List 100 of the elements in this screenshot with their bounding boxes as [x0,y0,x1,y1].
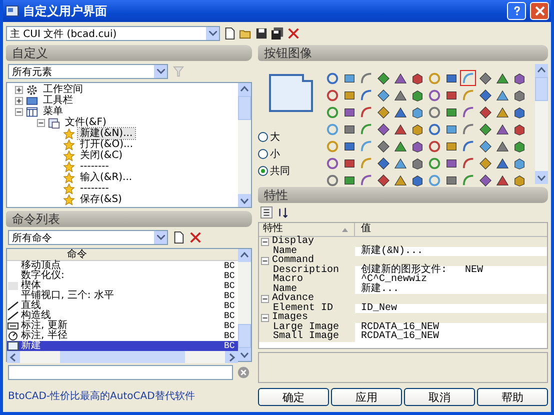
save-icon[interactable] [255,27,268,40]
button-image-icon[interactable] [375,155,391,171]
tree-item[interactable]: 工作空间 [41,84,85,95]
expander-icon[interactable] [261,294,269,303]
expander-icon[interactable] [37,118,45,126]
dimension-icon [7,321,19,331]
command-row[interactable]: 楔体 BC [7,281,238,291]
button-image-icon[interactable] [477,155,493,171]
property-value: RCDATA_16_NEW [360,322,440,332]
scroll-right-icon[interactable] [227,352,236,362]
property-name: Description [259,266,355,275]
close-button[interactable] [530,2,549,20]
delete-icon[interactable] [189,231,202,244]
help-title-button[interactable] [507,2,526,20]
dialog-button[interactable]: 确定 [258,388,329,406]
command-row[interactable]: 标注, 更新 BC [7,321,238,331]
button-image-icon[interactable] [375,121,391,137]
button-image-icon[interactable] [375,70,391,86]
dialog-button[interactable]: 帮助 [477,388,548,406]
horizontal-scrollbar[interactable] [7,351,238,363]
tree-item[interactable]: 关闭(&C) [78,150,125,161]
button-image-icon[interactable] [375,104,391,120]
tree-item[interactable]: 输入(&R)... [78,172,134,183]
command-row[interactable]: 数字化仪: BC [7,271,238,281]
line-icon [7,301,19,311]
vertical-scrollbar[interactable] [535,64,548,184]
command-row[interactable]: 构造线 BC [7,311,238,321]
command-name: 标注, 更新 [21,321,68,331]
scroll-thumb[interactable] [238,324,251,348]
button-image-icon[interactable] [375,138,391,154]
sort-alphabetical-icon[interactable] [277,206,290,219]
tree-item[interactable]: 菜单 [41,106,65,117]
tree-item[interactable]: 新建(&N)... [78,128,135,139]
tree-item[interactable]: -------- [78,183,111,194]
scroll-up-icon[interactable] [537,66,546,75]
scroll-thumb[interactable] [60,351,185,363]
button-image-icon[interactable] [477,70,493,86]
expander-icon[interactable] [261,314,269,322]
size-radio[interactable]: 小 [258,147,290,161]
command-row[interactable]: 标注, 半径 BC [7,331,238,341]
dialog-button[interactable]: 应用 [331,388,402,406]
search-field[interactable] [8,365,233,380]
button-image-icon[interactable] [477,104,493,120]
star-icon [63,172,75,184]
scroll-left-icon[interactable] [9,352,18,362]
scroll-down-icon[interactable] [240,196,249,205]
command-source: BC [224,301,236,311]
scroll-up-icon[interactable] [240,251,249,260]
command-name: 数字化仪: [21,271,66,281]
button-image-icon[interactable] [477,121,493,137]
promo-link[interactable]: BtoCAD-性价比最高的AutoCAD替代软件 [6,389,252,409]
property-name: Element ID [259,304,355,313]
blank-icon [7,281,19,291]
command-name: 构造线 [21,311,51,321]
expander-icon[interactable] [261,256,269,265]
cui-file-dropdown[interactable]: 主 CUI 文件 (bcad.cui) [6,26,220,41]
expander-icon[interactable] [261,238,269,246]
size-radio[interactable]: 共同 [258,164,290,178]
scroll-up-icon[interactable] [240,85,249,94]
dialog-button[interactable]: 取消 [404,388,475,406]
command-name: 移动顶点 [21,261,62,271]
property-name: Large Image [259,322,355,332]
command-row[interactable]: 平铺视口, 三个: 水平 BC [7,291,238,301]
element-filter-dropdown[interactable]: 所有元素 [8,64,168,79]
vertical-scrollbar[interactable] [238,83,251,207]
tree-item[interactable]: 工具栏 [41,95,75,106]
vertical-scrollbar[interactable] [238,249,251,361]
categorized-icon[interactable] [260,206,273,219]
expander-icon[interactable] [15,86,23,94]
new-file-icon[interactable] [223,27,236,40]
scroll-down-icon[interactable] [537,173,546,182]
close-icon [534,6,544,16]
tree-item[interactable]: 文件(&F) [63,117,108,128]
button-image-icon[interactable] [477,138,493,154]
button-image-icon[interactable] [375,87,391,103]
new-file-icon [7,341,19,351]
expander-icon[interactable] [15,96,23,104]
star-icon [63,160,75,172]
command-filter-dropdown[interactable]: 所有命令 [8,230,168,245]
command-row[interactable]: 移动顶点 BC [7,261,238,271]
column-header[interactable]: 特性 [259,223,355,236]
line-icon [7,311,19,321]
column-header[interactable]: 值 [355,223,371,236]
button-image-icon[interactable] [477,87,493,103]
scroll-thumb[interactable] [238,96,251,120]
clear-search-icon[interactable] [237,366,250,379]
tree-item[interactable]: 保存(&S) [78,194,124,205]
question-icon [512,6,522,16]
expander-icon[interactable] [15,108,23,116]
save-all-icon[interactable] [271,27,284,40]
tree-item[interactable]: 打开(&O)... [78,139,136,150]
new-file-icon[interactable] [172,231,185,244]
scroll-thumb[interactable] [535,77,548,101]
scroll-down-icon[interactable] [240,350,249,359]
size-radio[interactable]: 大 [258,130,290,144]
column-header[interactable]: 命令 [67,249,87,260]
command-row[interactable]: 直线 BC [7,301,238,311]
delete-icon[interactable] [287,27,300,40]
tree-item[interactable]: -------- [78,161,111,172]
sort-ascending-icon [342,228,348,232]
